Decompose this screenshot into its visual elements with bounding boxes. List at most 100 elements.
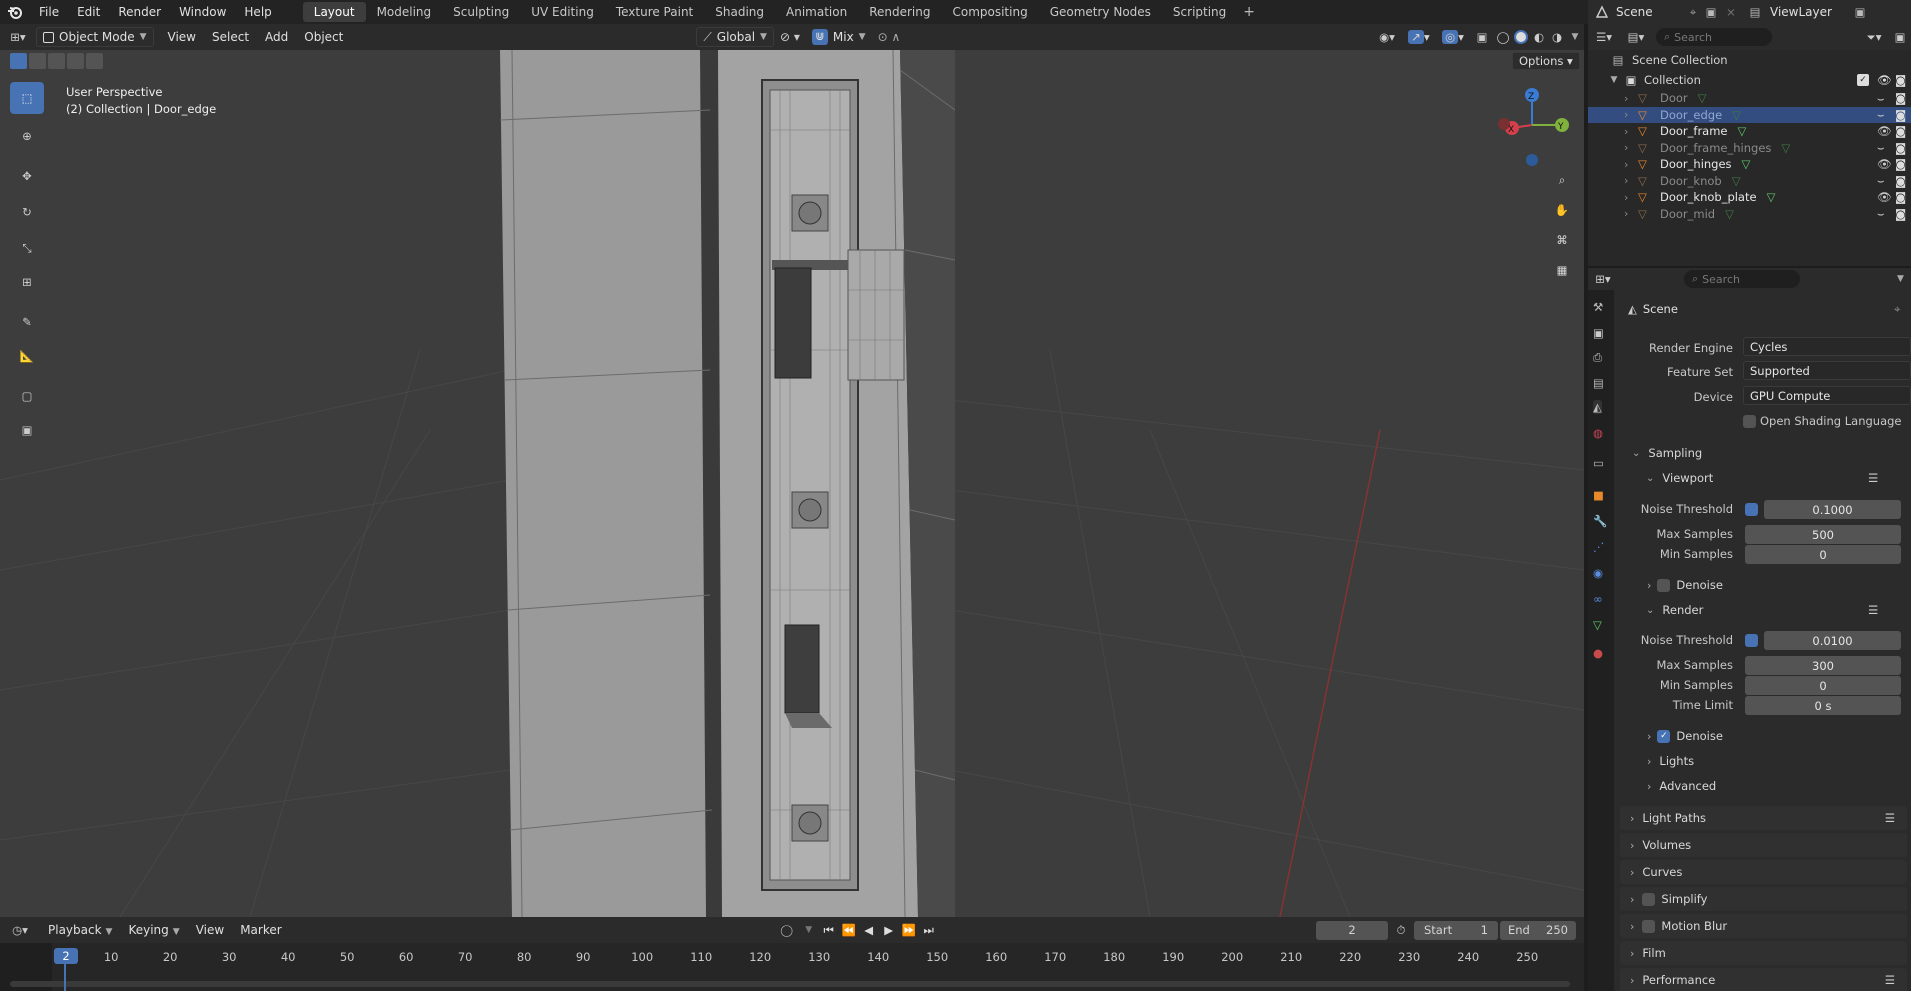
gizmo-toggle-icon[interactable]: ↗ ▾: [1402, 30, 1436, 44]
outliner-item[interactable]: › ▽ Door_mid ▽ ⌣ ◙: [1588, 206, 1911, 223]
outliner-item[interactable]: › ▽ Door_knob ▽ ⌣ ◙: [1588, 173, 1911, 190]
eye-icon[interactable]: 👁: [1877, 190, 1895, 204]
scene-name-field[interactable]: Scene: [1616, 5, 1686, 19]
vp-max-samples-field[interactable]: 500: [1745, 525, 1901, 544]
panel-motion-blur[interactable]: › Motion Blur: [1620, 914, 1907, 938]
camera-icon[interactable]: ◙: [1895, 174, 1911, 188]
new-scene-icon[interactable]: ▣: [1700, 5, 1722, 19]
chevron-right-icon[interactable]: ›: [1624, 92, 1638, 105]
select-subtract-icon[interactable]: [48, 53, 65, 69]
end-frame-field[interactable]: End 250: [1500, 920, 1576, 940]
current-frame-field[interactable]: 2: [1316, 920, 1388, 940]
tab-shading[interactable]: Shading: [704, 2, 775, 22]
menu-render[interactable]: Render: [109, 5, 170, 19]
ortho-toggle-icon[interactable]: ▦: [1550, 258, 1574, 282]
simplify-checkbox[interactable]: [1642, 892, 1656, 906]
tab-geometry-nodes[interactable]: Geometry Nodes: [1039, 2, 1162, 22]
play-reverse-icon[interactable]: ◀: [859, 923, 879, 937]
menu-edit[interactable]: Edit: [68, 5, 109, 19]
keying-options-icon[interactable]: ▼: [799, 925, 819, 935]
tab-texture-paint[interactable]: Texture Paint: [605, 2, 704, 22]
osl-checkbox[interactable]: [1743, 415, 1756, 428]
auto-keying-icon[interactable]: ◯: [775, 923, 799, 937]
pin-icon[interactable]: ⌖: [1686, 5, 1700, 20]
proportional-edit-icon[interactable]: ⊙ ∧: [872, 27, 907, 47]
prev-keyframe-icon[interactable]: ⏪: [839, 923, 859, 937]
navigation-gizmo[interactable]: Z Y X: [1492, 80, 1572, 170]
vp-denoise-checkbox[interactable]: [1657, 578, 1671, 592]
camera-icon[interactable]: ◙: [1895, 91, 1911, 105]
camera-icon[interactable]: ◙: [1895, 73, 1911, 87]
view-layer-tab-icon[interactable]: ▤: [1593, 376, 1604, 390]
playhead[interactable]: 2: [54, 948, 78, 964]
panel-curves[interactable]: › Curves: [1620, 860, 1907, 884]
pin-icon[interactable]: ⌖: [1894, 302, 1900, 317]
select-invert-icon[interactable]: [67, 53, 84, 69]
camera-icon[interactable]: ◙: [1895, 141, 1911, 155]
constraints-tab-icon[interactable]: ∞: [1593, 592, 1603, 606]
time-limit-field[interactable]: 0 s: [1745, 696, 1901, 715]
eye-closed-icon[interactable]: ⌣: [1877, 206, 1895, 221]
zoom-icon[interactable]: ⌕: [1550, 168, 1574, 192]
menu-help[interactable]: Help: [235, 5, 280, 19]
chevron-right-icon[interactable]: ›: [1624, 191, 1638, 204]
r-noise-threshold-checkbox[interactable]: [1745, 634, 1758, 647]
collection-row[interactable]: ▼ ▣ Collection ✓ 👁 ◙: [1588, 70, 1911, 90]
list-icon[interactable]: ☰: [1868, 471, 1878, 485]
modifier-tab-icon[interactable]: 🔧: [1593, 514, 1607, 528]
camera-icon[interactable]: ◙: [1895, 207, 1911, 221]
select-extend-icon[interactable]: [29, 53, 46, 69]
3d-viewport[interactable]: User Perspective (2) Collection | Door_e…: [0, 50, 1584, 917]
chevron-right-icon[interactable]: ›: [1624, 108, 1638, 121]
output-tab-icon[interactable]: ⎙: [1593, 350, 1602, 365]
eye-icon[interactable]: 👁: [1877, 124, 1895, 138]
timeline-menu-playback[interactable]: Playback ▼: [40, 923, 120, 937]
tab-modeling[interactable]: Modeling: [366, 2, 443, 22]
eye-closed-icon[interactable]: ⌣: [1877, 140, 1895, 155]
menu-window[interactable]: Window: [170, 5, 235, 19]
scale-tool[interactable]: ⤡: [10, 232, 44, 264]
camera-icon[interactable]: ◙: [1895, 108, 1911, 122]
outliner-search[interactable]: ⌕ Search: [1656, 28, 1772, 46]
tab-layout[interactable]: Layout: [302, 2, 366, 22]
select-box-tool[interactable]: ⬚: [10, 82, 44, 114]
orientation-dropdown[interactable]: ⟋ Global ▼: [696, 27, 774, 47]
outliner-item[interactable]: › ▽ Door_hinges ▽ 👁 ◙: [1588, 156, 1911, 173]
scene-icon[interactable]: [1588, 5, 1616, 19]
r-denoise-checkbox[interactable]: ✓: [1657, 729, 1671, 743]
filter-icon[interactable]: ⏷▾: [1859, 30, 1889, 45]
xray-toggle-icon[interactable]: ▣: [1470, 30, 1494, 44]
annotate-tool[interactable]: ✎: [10, 306, 44, 338]
next-keyframe-icon[interactable]: ⏩: [899, 923, 919, 937]
delete-scene-icon[interactable]: ×: [1722, 5, 1740, 19]
panel-performance[interactable]: › Performance ☰: [1620, 968, 1907, 991]
list-icon[interactable]: ☰: [1868, 603, 1878, 617]
lights-section[interactable]: › Lights: [1647, 754, 1694, 768]
outliner-editor-icon[interactable]: ☰▾: [1588, 30, 1620, 44]
r-min-samples-field[interactable]: 0: [1745, 676, 1901, 695]
eye-closed-icon[interactable]: ⌣: [1877, 173, 1895, 188]
panel-volumes[interactable]: › Volumes: [1620, 833, 1907, 857]
list-icon[interactable]: ☰: [1885, 973, 1895, 987]
outliner-item[interactable]: › ▽ Door_knob_plate ▽ 👁 ◙: [1588, 189, 1911, 206]
feature-set-dropdown[interactable]: Supported: [1743, 361, 1911, 380]
menu-file[interactable]: File: [30, 5, 68, 19]
viewport-menu-add[interactable]: Add: [257, 30, 296, 44]
timeline-menu-marker[interactable]: Marker: [232, 923, 289, 937]
eye-icon[interactable]: 👁: [1877, 73, 1895, 87]
list-icon[interactable]: ☰: [1885, 811, 1895, 825]
collection-checkbox[interactable]: ✓: [1857, 74, 1869, 86]
timeline-menu-keying[interactable]: Keying ▼: [120, 923, 187, 937]
world-tab-icon[interactable]: ◍: [1593, 426, 1603, 440]
data-tab-icon[interactable]: ▽: [1593, 618, 1602, 632]
vp-noise-threshold-field[interactable]: 0.1000: [1764, 500, 1901, 519]
rendered-shading-icon[interactable]: ◑: [1548, 30, 1566, 44]
timeline-editor-icon[interactable]: ◷▾: [0, 923, 40, 937]
pan-hand-icon[interactable]: ✋: [1550, 198, 1574, 222]
chevron-right-icon[interactable]: ›: [1624, 207, 1638, 220]
sampling-section[interactable]: ⌄ Sampling: [1632, 446, 1702, 460]
viewport-menu-view[interactable]: View: [160, 30, 204, 44]
chevron-down-icon[interactable]: ▼: [1606, 75, 1622, 85]
add-workspace-button[interactable]: +: [1237, 4, 1261, 20]
tab-compositing[interactable]: Compositing: [941, 2, 1038, 22]
